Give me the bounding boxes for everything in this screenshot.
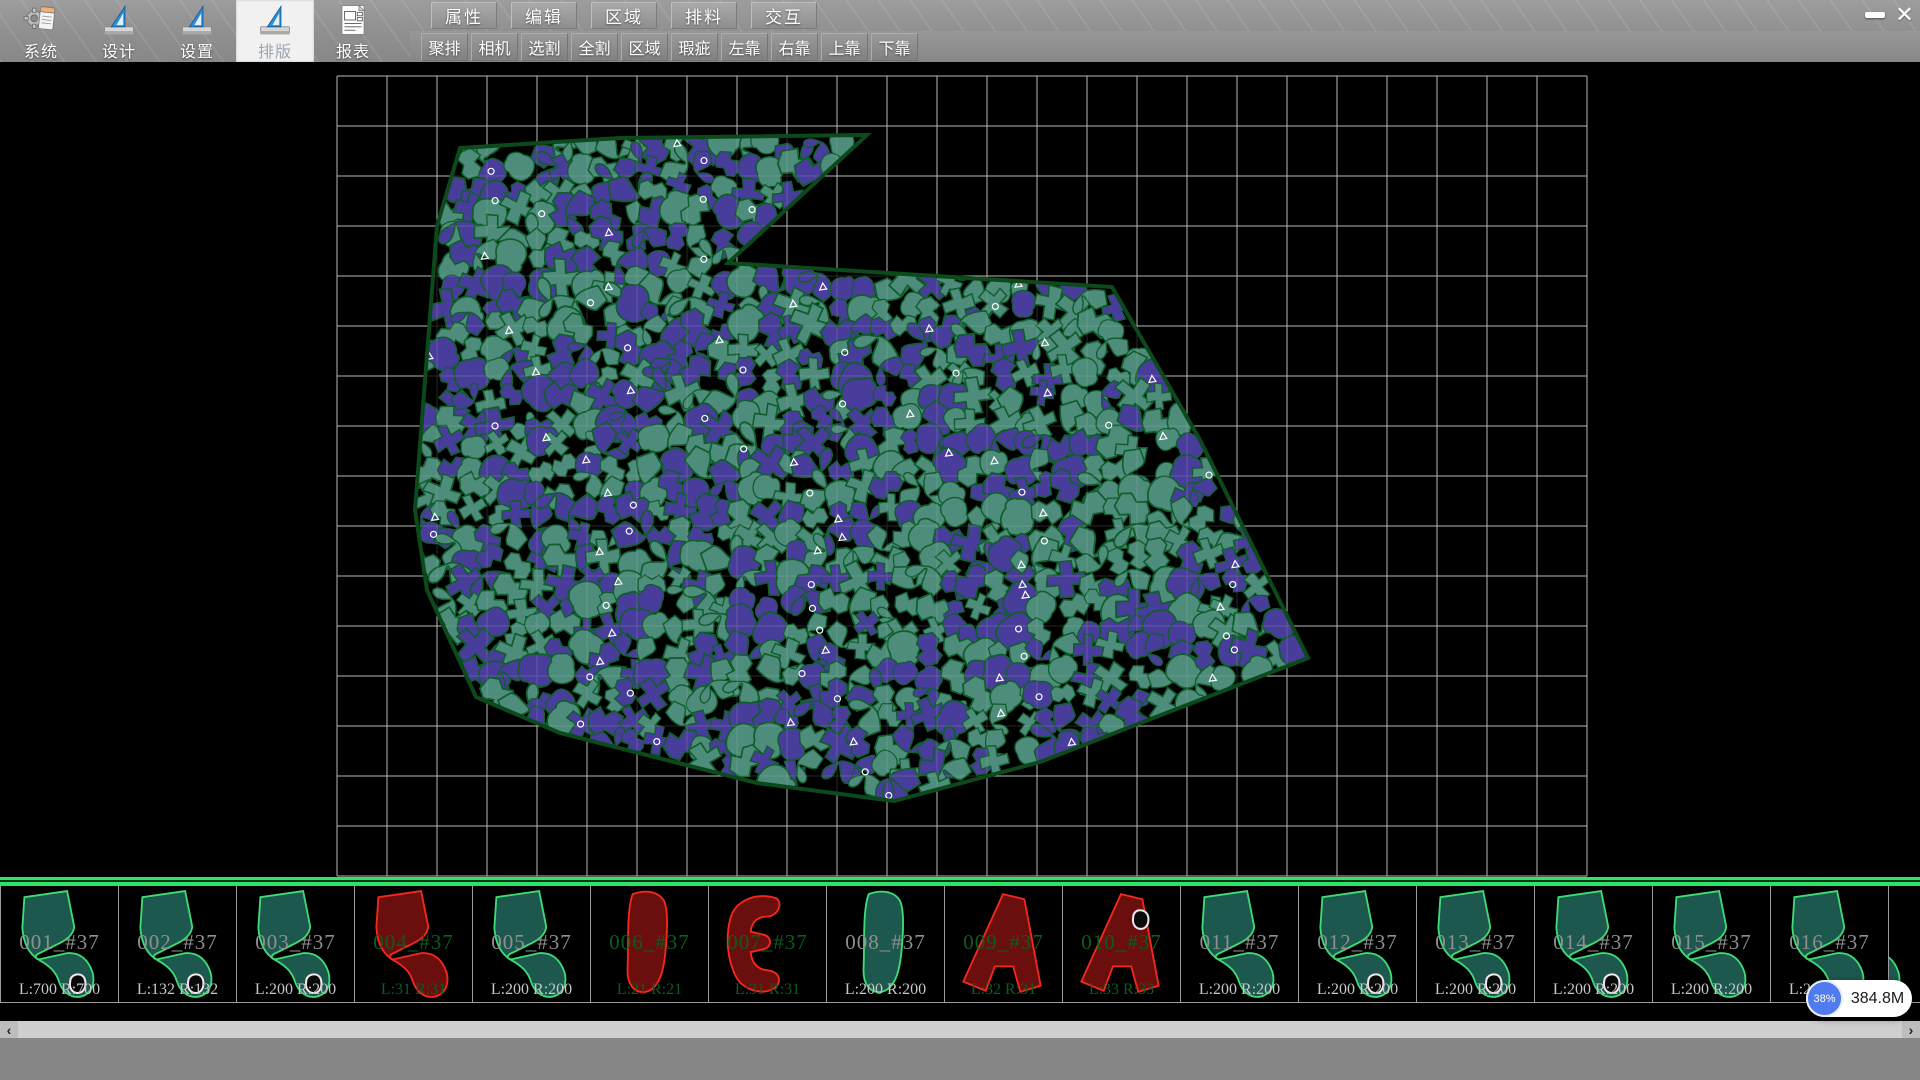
piece-filmstrip: 001_#37L:700 R:700002_#37L:132 R:132003_… (0, 885, 1920, 1003)
horizontal-scrollbar[interactable]: ‹ › (0, 1021, 1920, 1038)
app-tab-label: 报表 (336, 38, 370, 62)
app-tab-label: 系统 (24, 38, 58, 62)
tool-button-bar: 聚排相机选割全割区域瑕疵左靠右靠上靠下靠 (421, 33, 918, 61)
memory-value: 384.8M (1843, 990, 1912, 1008)
menu-tab-bar: 属性编辑区域排料交互 (431, 2, 817, 29)
menu-tab-区域[interactable]: 区域 (591, 2, 657, 29)
filmstrip-cell-001_#37[interactable]: 001_#37 L:700 R:700 (0, 885, 118, 1003)
scroll-left-button[interactable]: ‹ (0, 1021, 18, 1038)
menu-tab-编辑[interactable]: 编辑 (511, 2, 577, 29)
piece-lr-count: L:200 R:200 (1535, 981, 1652, 999)
design-ruler-icon (98, 3, 140, 37)
piece-lr-count: L:32 R:31 (945, 981, 1062, 999)
piece-name: 014_#37 (1535, 930, 1652, 955)
piece-lr-count: L:200 R:200 (827, 981, 944, 999)
minimize-button[interactable] (1860, 2, 1889, 27)
piece-name: 003_#37 (237, 930, 354, 955)
piece-lr-count: L:200 R:200 (1299, 981, 1416, 999)
filmstrip-cell-003_#37[interactable]: 003_#37 L:200 R:200 (236, 885, 354, 1003)
filmstrip-separator (0, 877, 1920, 885)
piece-lr-count: L:200 R:200 (473, 981, 590, 999)
scroll-right-button[interactable]: › (1902, 1021, 1920, 1038)
piece-lr-count: L:200 R:200 (1417, 981, 1534, 999)
status-bar (0, 1038, 1920, 1080)
app-tab-排版[interactable]: 排版 (236, 0, 314, 62)
filmstrip-cell-007_#37[interactable]: 007_#37 L:31 R:31 (708, 885, 826, 1003)
app-tab-报表[interactable]: 报表 (314, 0, 392, 62)
app-tab-label: 排版 (258, 38, 292, 62)
piece-lr-count: L:31 R:31 (709, 981, 826, 999)
close-button[interactable]: ✕ (1890, 2, 1919, 27)
piece-name: 012_#37 (1299, 930, 1416, 955)
close-icon: ✕ (1895, 2, 1913, 28)
app-tab-label: 设计 (102, 38, 136, 62)
tool-button-瑕疵[interactable]: 瑕疵 (671, 33, 718, 61)
nesting-canvas[interactable] (0, 62, 1920, 877)
filmstrip-cell-006_#37[interactable]: 006_#37 L:21 R:21 (590, 885, 708, 1003)
tool-button-下靠[interactable]: 下靠 (871, 33, 918, 61)
piece-name: 015_#37 (1653, 930, 1770, 955)
tool-button-聚排[interactable]: 聚排 (421, 33, 468, 61)
piece-name: 006_#37 (591, 930, 708, 955)
app-tab-bar: 系统 设计 设置 排版 报表 (2, 0, 392, 62)
piece-lr-count: L:200 R:200 (237, 981, 354, 999)
tool-button-选割[interactable]: 选割 (521, 33, 568, 61)
top-toolbar: 系统设计设置排版报表 属性编辑区域排料交互 聚排相机选割全割区域瑕疵左靠右靠上靠… (0, 0, 1920, 62)
filmstrip-cell-004_#37[interactable]: 004_#37 L:31 R:31 (354, 885, 472, 1003)
piece-name: 0 (1889, 930, 1920, 955)
piece-name: 001_#37 (1, 930, 118, 955)
piece-lr-count: L:200 R:200 (1181, 981, 1298, 999)
piece-lr-count: L:33 R:33 (1063, 981, 1180, 999)
piece-name: 010_#37 (1063, 930, 1180, 955)
app-tab-设计[interactable]: 设计 (80, 0, 158, 62)
tool-button-全割[interactable]: 全割 (571, 33, 618, 61)
piece-lr-count: L:21 R:21 (591, 981, 708, 999)
filmstrip-cell-012_#37[interactable]: 012_#37 L:200 R:200 (1298, 885, 1416, 1003)
piece-name: 013_#37 (1417, 930, 1534, 955)
menu-tab-排料[interactable]: 排料 (671, 2, 737, 29)
nesting-ruler-icon (254, 3, 296, 37)
piece-name: 011_#37 (1181, 930, 1298, 955)
filmstrip-cell-002_#37[interactable]: 002_#37 L:132 R:132 (118, 885, 236, 1003)
filmstrip-cell-013_#37[interactable]: 013_#37 L:200 R:200 (1416, 885, 1534, 1003)
piece-name: 005_#37 (473, 930, 590, 955)
piece-lr-count: L:132 R:132 (119, 981, 236, 999)
filmstrip-cell-015_#37[interactable]: 015_#37 L:200 R:200 (1652, 885, 1770, 1003)
filmstrip-cell-008_#37[interactable]: 008_#37 L:200 R:200 (826, 885, 944, 1003)
piece-name: 016_#37 (1771, 930, 1888, 955)
filmstrip-cell-011_#37[interactable]: 011_#37 L:200 R:200 (1180, 885, 1298, 1003)
tool-button-区域[interactable]: 区域 (621, 33, 668, 61)
minimize-icon (1865, 12, 1885, 18)
piece-name: 007_#37 (709, 930, 826, 955)
piece-name: 002_#37 (119, 930, 236, 955)
report-document-icon (332, 3, 374, 37)
filmstrip-cell-005_#37[interactable]: 005_#37 L:200 R:200 (472, 885, 590, 1003)
memory-progress-pill: 38% 384.8M (1806, 980, 1912, 1017)
filmstrip-gap (0, 1003, 1920, 1021)
piece-name: 004_#37 (355, 930, 472, 955)
menu-tab-属性[interactable]: 属性 (431, 2, 497, 29)
piece-lr-count: L:200 R:200 (1653, 981, 1770, 999)
filmstrip-cell-014_#37[interactable]: 014_#37 L:200 R:200 (1534, 885, 1652, 1003)
app-tab-系统[interactable]: 系统 (2, 0, 80, 62)
piece-name: 009_#37 (945, 930, 1062, 955)
tool-button-相机[interactable]: 相机 (471, 33, 518, 61)
piece-lr-count: L:31 R:31 (355, 981, 472, 999)
filmstrip-cell-010_#37[interactable]: 010_#37 L:33 R:33 (1062, 885, 1180, 1003)
tool-button-右靠[interactable]: 右靠 (771, 33, 818, 61)
settings-ruler-icon (176, 3, 218, 37)
menu-tab-交互[interactable]: 交互 (751, 2, 817, 29)
progress-circle: 38% (1806, 980, 1843, 1017)
app-tab-label: 设置 (180, 38, 214, 62)
tool-button-上靠[interactable]: 上靠 (821, 33, 868, 61)
app-tab-设置[interactable]: 设置 (158, 0, 236, 62)
piece-name: 008_#37 (827, 930, 944, 955)
system-gear-icon (20, 3, 62, 37)
piece-lr-count: L:700 R:700 (1, 981, 118, 999)
tool-button-左靠[interactable]: 左靠 (721, 33, 768, 61)
nesting-canvas-svg (0, 62, 1920, 877)
filmstrip-cell-009_#37[interactable]: 009_#37 L:32 R:31 (944, 885, 1062, 1003)
